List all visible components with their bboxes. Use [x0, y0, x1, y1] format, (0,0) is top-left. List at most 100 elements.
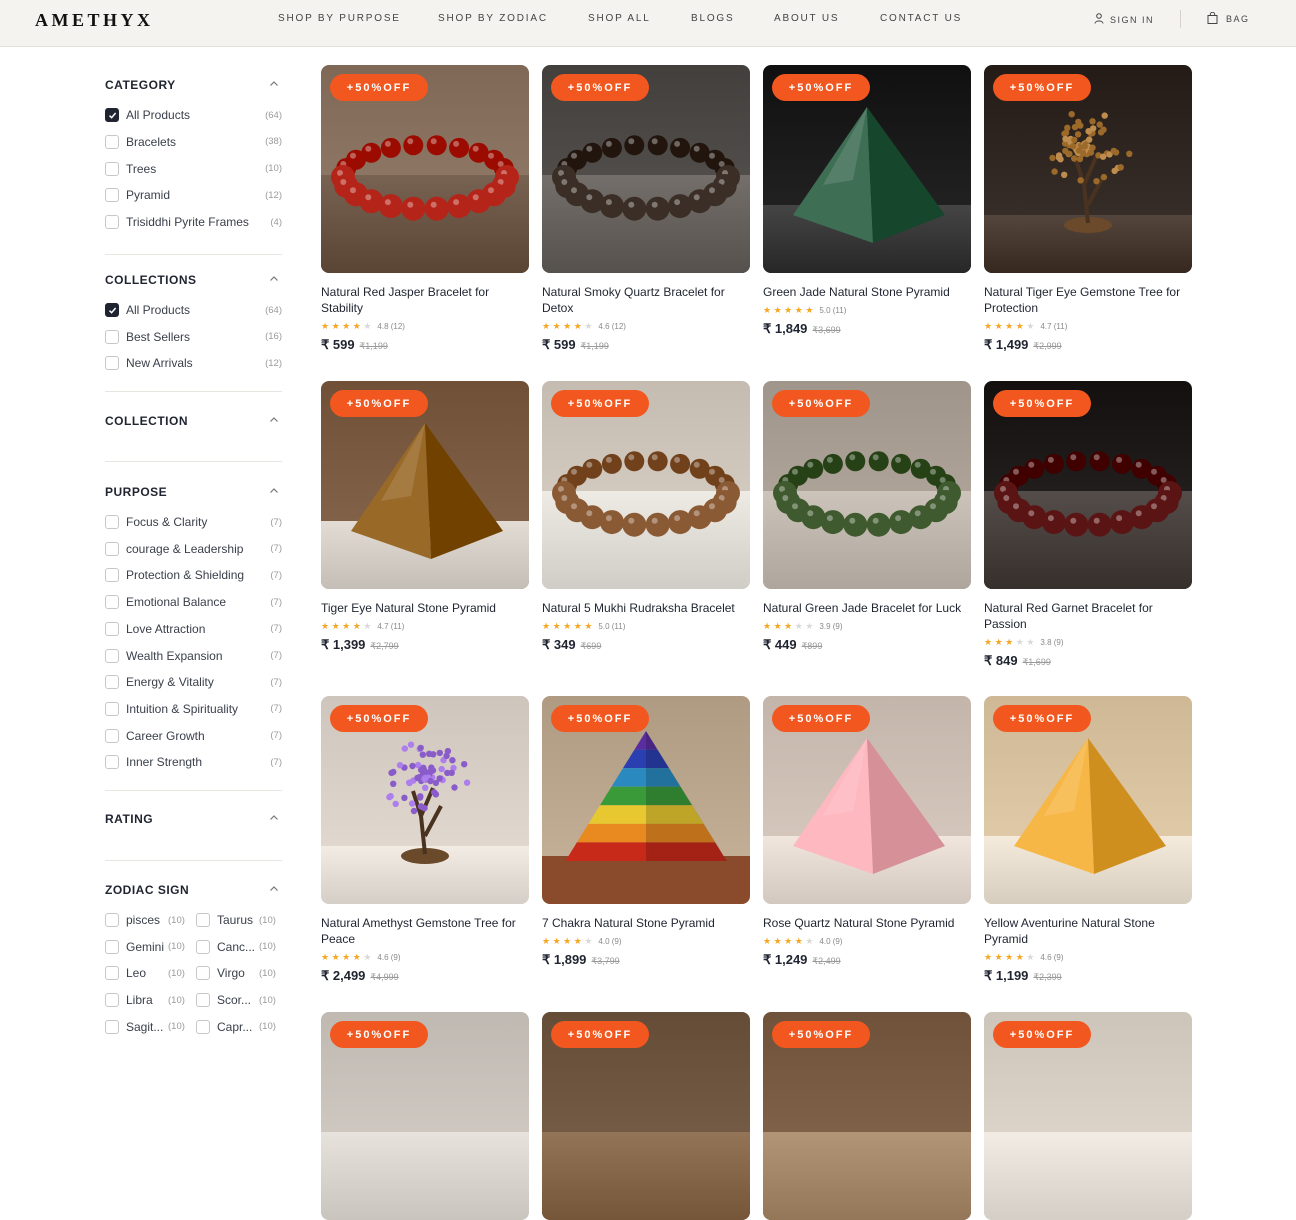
checkbox[interactable] — [105, 729, 119, 743]
product-card[interactable]: +50%OFF Natural Green Jade Bracelet for L… — [763, 381, 971, 653]
checkbox[interactable] — [196, 966, 210, 980]
product-card[interactable]: +50%OFF — [542, 1012, 750, 1220]
product-image[interactable]: +50%OFF — [763, 381, 971, 589]
nav-contact-us[interactable]: CONTACT US — [880, 13, 962, 24]
purpose-option[interactable]: Protection & Shielding (7) — [105, 567, 282, 583]
product-name[interactable]: Rose Quartz Natural Stone Pyramid — [763, 915, 971, 931]
collections-option[interactable]: Best Sellers (16) — [105, 329, 282, 345]
category-option[interactable]: Trisiddhi Pyrite Frames (4) — [105, 214, 282, 230]
checkbox[interactable] — [105, 568, 119, 582]
product-name[interactable]: Green Jade Natural Stone Pyramid — [763, 284, 971, 300]
category-option[interactable]: Pyramid (12) — [105, 187, 282, 203]
product-card[interactable]: +50%OFF Yellow Aventurine Natural Stone P… — [984, 696, 1192, 984]
collections-option[interactable]: New Arrivals (12) — [105, 355, 282, 371]
product-image[interactable]: +50%OFF — [763, 696, 971, 904]
category-heading[interactable]: CATEGORY — [105, 78, 282, 92]
checkbox[interactable] — [105, 162, 119, 176]
product-name[interactable]: Tiger Eye Natural Stone Pyramid — [321, 600, 529, 616]
purpose-option[interactable]: Emotional Balance (7) — [105, 594, 282, 610]
product-name[interactable]: Natural Tiger Eye Gemstone Tree for Prot… — [984, 284, 1192, 316]
checkbox[interactable] — [105, 303, 119, 317]
checkbox[interactable] — [105, 622, 119, 636]
checkbox[interactable] — [105, 135, 119, 149]
checkbox[interactable] — [196, 1020, 210, 1034]
checkbox[interactable] — [105, 702, 119, 716]
product-image[interactable]: +50%OFF — [321, 381, 529, 589]
product-name[interactable]: Natural Red Jasper Bracelet for Stabilit… — [321, 284, 529, 316]
checkbox[interactable] — [105, 188, 119, 202]
checkbox[interactable] — [105, 966, 119, 980]
product-card[interactable]: +50%OFF Rose Quartz Natural Stone Pyramid… — [763, 696, 971, 968]
product-card[interactable]: +50%OFF Green Jade Natural Stone Pyramid ★… — [763, 65, 971, 337]
checkbox[interactable] — [105, 108, 119, 122]
product-name[interactable]: Natural 5 Mukhi Rudraksha Bracelet — [542, 600, 750, 616]
collections-option[interactable]: All Products (64) — [105, 302, 282, 318]
chevron-up-icon[interactable] — [268, 414, 280, 426]
product-card[interactable]: +50%OFF Natural Red Jasper Bracelet for S… — [321, 65, 529, 353]
product-name[interactable]: Natural Amethyst Gemstone Tree for Peace — [321, 915, 529, 947]
product-image[interactable]: +50%OFF — [542, 696, 750, 904]
product-image[interactable]: +50%OFF — [321, 1012, 529, 1220]
collections-heading[interactable]: COLLECTIONS — [105, 273, 282, 287]
sign-in-link[interactable]: SIGN IN — [1094, 13, 1154, 26]
product-card[interactable]: +50%OFF Natural Tiger Eye Gemstone Tree f… — [984, 65, 1192, 353]
product-image[interactable]: +50%OFF — [542, 1012, 750, 1220]
purpose-option[interactable]: Wealth Expansion (7) — [105, 648, 282, 664]
bag-button[interactable]: BAG — [1207, 12, 1250, 26]
chevron-up-icon[interactable] — [268, 812, 280, 824]
product-image[interactable]: +50%OFF — [984, 381, 1192, 589]
checkbox[interactable] — [105, 515, 119, 529]
checkbox[interactable] — [105, 215, 119, 229]
zodiac-option[interactable]: Sagit... (10) — [105, 1019, 191, 1035]
nav-shop-by-zodiac[interactable]: SHOP BY ZODIAC — [438, 13, 548, 24]
zodiac-option[interactable]: Gemini (10) — [105, 939, 191, 955]
checkbox[interactable] — [196, 913, 210, 927]
product-card[interactable]: +50%OFF — [984, 1012, 1192, 1220]
purpose-option[interactable]: Inner Strength (7) — [105, 754, 282, 770]
checkbox[interactable] — [105, 675, 119, 689]
product-card[interactable]: +50%OFF Natural Amethyst Gemstone Tree fo… — [321, 696, 529, 984]
category-option[interactable]: All Products (64) — [105, 107, 282, 123]
checkbox[interactable] — [105, 993, 119, 1007]
checkbox[interactable] — [105, 1020, 119, 1034]
checkbox[interactable] — [105, 755, 119, 769]
product-card[interactable]: +50%OFF — [321, 1012, 529, 1220]
product-name[interactable]: Natural Red Garnet Bracelet for Passion — [984, 600, 1192, 632]
zodiac-option[interactable]: Virgo (10) — [196, 965, 282, 981]
nav-shop-all[interactable]: SHOP ALL — [588, 13, 651, 24]
chevron-up-icon[interactable] — [268, 273, 280, 285]
product-image[interactable]: +50%OFF — [321, 65, 529, 273]
rating-heading[interactable]: RATING — [105, 812, 282, 826]
zodiac-option[interactable]: Canc... (10) — [196, 939, 282, 955]
purpose-option[interactable]: Focus & Clarity (7) — [105, 514, 282, 530]
checkbox[interactable] — [105, 913, 119, 927]
nav-shop-by-purpose[interactable]: SHOP BY PURPOSE — [278, 13, 401, 24]
purpose-option[interactable]: Career Growth (7) — [105, 728, 282, 744]
zodiac-option[interactable]: Scor... (10) — [196, 992, 282, 1008]
product-image[interactable]: +50%OFF — [984, 696, 1192, 904]
category-option[interactable]: Trees (10) — [105, 161, 282, 177]
product-name[interactable]: Natural Green Jade Bracelet for Luck — [763, 600, 971, 616]
purpose-option[interactable]: Energy & Vitality (7) — [105, 674, 282, 690]
zodiac-option[interactable]: Libra (10) — [105, 992, 191, 1008]
product-card[interactable]: +50%OFF Natural Red Garnet Bracelet for P… — [984, 381, 1192, 669]
purpose-option[interactable]: courage & Leadership (7) — [105, 541, 282, 557]
product-card[interactable]: +50%OFF 7 Chakra Natural Stone Pyramid ★ ★ ★… — [542, 696, 750, 968]
checkbox[interactable] — [105, 649, 119, 663]
product-card[interactable]: +50%OFF Natural 5 Mukhi Rudraksha Bracele… — [542, 381, 750, 653]
nav-about-us[interactable]: ABOUT US — [774, 13, 839, 24]
category-option[interactable]: Bracelets (38) — [105, 134, 282, 150]
product-image[interactable]: +50%OFF — [542, 65, 750, 273]
product-name[interactable]: Yellow Aventurine Natural Stone Pyramid — [984, 915, 1192, 947]
checkbox[interactable] — [105, 542, 119, 556]
checkbox[interactable] — [105, 356, 119, 370]
chevron-up-icon[interactable] — [268, 78, 280, 90]
checkbox[interactable] — [105, 330, 119, 344]
product-card[interactable]: +50%OFF Natural Smoky Quartz Bracelet for… — [542, 65, 750, 353]
checkbox[interactable] — [105, 940, 119, 954]
checkbox[interactable] — [196, 940, 210, 954]
purpose-option[interactable]: Intuition & Spirituality (7) — [105, 701, 282, 717]
checkbox[interactable] — [196, 993, 210, 1007]
product-image[interactable]: +50%OFF — [763, 65, 971, 273]
purpose-option[interactable]: Love Attraction (7) — [105, 621, 282, 637]
